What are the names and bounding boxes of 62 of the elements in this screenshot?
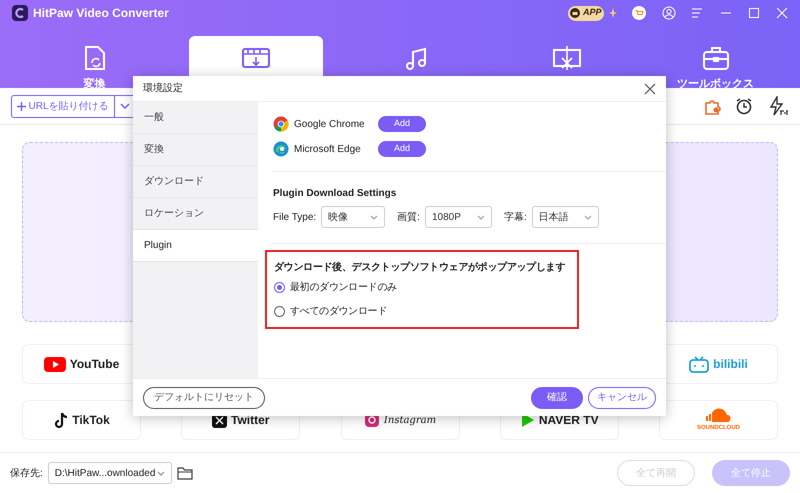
radio-button[interactable]	[274, 306, 285, 317]
music-note-logo-icon	[53, 412, 68, 428]
browser-name: Google Chrome	[294, 118, 366, 132]
nav-tab[interactable]: ツールボックス	[641, 36, 790, 88]
select-label: 画質:	[397, 210, 420, 224]
account-icon[interactable]	[662, 6, 676, 20]
paste-url-button[interactable]: URLを貼り付ける	[11, 94, 136, 118]
chevron-down-icon	[156, 470, 165, 476]
dropdown-select[interactable]: 1080P	[424, 206, 492, 228]
close-icon[interactable]	[644, 82, 656, 94]
chevron-down-icon	[370, 214, 378, 220]
scissors-screen-icon	[552, 44, 582, 72]
browser-name: Microsoft Edge	[294, 142, 362, 156]
app-title: HitPaw Video Converter	[33, 5, 169, 22]
dropdown-select[interactable]: 日本語	[532, 206, 599, 228]
platform-name: Twitter	[231, 412, 270, 429]
folder-icon[interactable]	[176, 466, 193, 480]
alarm-clock-icon[interactable]	[735, 97, 753, 115]
tv-logo-icon	[689, 356, 710, 372]
toolbox-icon	[700, 44, 730, 72]
section-title: Plugin Download Settings	[273, 187, 398, 201]
platform-name: Instagram	[384, 414, 436, 428]
chevron-down-icon	[120, 103, 130, 109]
play-button-logo-icon	[44, 356, 66, 372]
dialog-title: 環境設定	[143, 82, 183, 96]
select-label: 字幕:	[504, 210, 527, 224]
reset-button[interactable]: デフォルトにリセット	[143, 386, 265, 408]
radio-option[interactable]: すべてのダウンロード	[274, 304, 566, 319]
sidebar-item[interactable]: Plugin	[133, 230, 258, 262]
lightning-off-icon[interactable]	[767, 96, 789, 116]
android-icon	[570, 8, 580, 18]
dropdown-select[interactable]: 映像	[321, 206, 386, 228]
add-button[interactable]: Add	[378, 141, 426, 157]
sidebar-item[interactable]: 変換	[133, 134, 258, 166]
plus-icon	[17, 102, 26, 110]
radio-option[interactable]: 最初のダウンロードのみ	[274, 280, 566, 295]
platform-name: TikTok	[72, 412, 110, 429]
platform-name: YouTube	[70, 356, 120, 373]
menu-icon[interactable]	[692, 8, 704, 18]
cancel-button[interactable]: キャンセル	[588, 386, 656, 408]
platform-name: bilibili	[713, 356, 748, 373]
app-logo-icon	[12, 5, 28, 21]
radio-button[interactable]	[274, 282, 285, 293]
sidebar-item[interactable]: 一般	[133, 102, 258, 134]
maximize-icon[interactable]	[748, 7, 760, 19]
cart-icon[interactable]	[632, 6, 646, 20]
confirm-button[interactable]: 確認	[531, 386, 583, 408]
sparkle-icon	[609, 8, 617, 18]
cloud-logo-icon	[704, 407, 732, 423]
chevron-down-icon	[476, 214, 485, 220]
puzzle-gear-icon[interactable]	[703, 97, 721, 115]
popup-setting-title: ダウンロード後、デスクトップソフトウェアがポップアップします	[274, 260, 566, 275]
save-path-select[interactable]: D:\HitPaw...ownloaded	[48, 462, 172, 484]
add-button[interactable]: Add	[378, 116, 426, 132]
platform-name: NAVER TV	[538, 412, 599, 429]
app-badge[interactable]: APP	[568, 6, 604, 20]
save-location-label: 保存先:	[10, 466, 43, 480]
select-label: File Type:	[273, 210, 316, 224]
sidebar-item[interactable]: ダウンロード	[133, 166, 258, 198]
edge-logo-icon	[273, 141, 289, 157]
chevron-down-icon	[584, 214, 592, 220]
chrome-logo-icon	[273, 116, 289, 132]
